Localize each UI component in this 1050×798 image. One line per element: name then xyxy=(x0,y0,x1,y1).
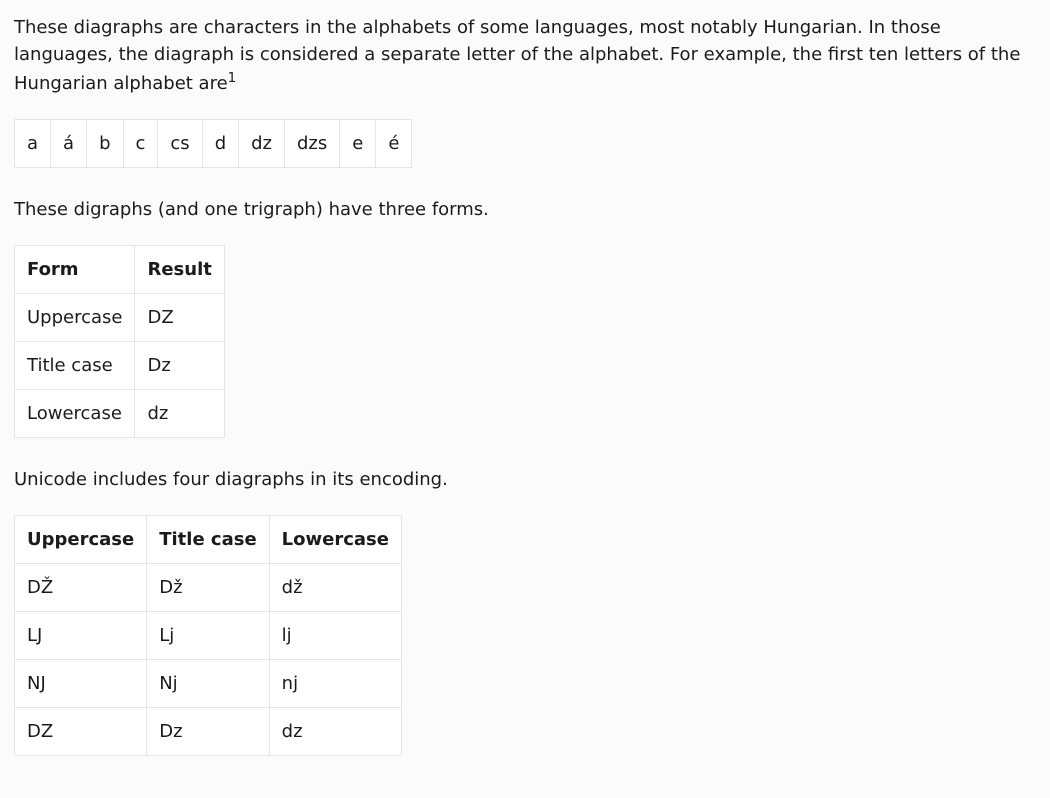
unicode-intro-paragraph: Unicode includes four diagraphs in its e… xyxy=(14,466,1036,493)
alphabet-cell: dz xyxy=(239,120,285,168)
digraphs-header-upper: Uppercase xyxy=(15,516,147,564)
alphabet-cell: a xyxy=(15,120,51,168)
form-cell: Lowercase xyxy=(15,390,135,438)
forms-header-row: Form Result xyxy=(15,246,225,294)
upper-cell: DZ xyxy=(15,708,147,756)
forms-header-form: Form xyxy=(15,246,135,294)
alphabet-table: a á b c cs d dz dzs e é xyxy=(14,119,412,168)
alphabet-cell: é xyxy=(376,120,412,168)
footnote-marker: 1 xyxy=(228,70,237,86)
upper-cell: LJ xyxy=(15,612,147,660)
title-cell: Dž xyxy=(147,564,269,612)
alphabet-cell: cs xyxy=(158,120,202,168)
forms-header-result: Result xyxy=(135,246,224,294)
digraphs-table: Uppercase Title case Lowercase DŽ Dž dž … xyxy=(14,515,402,756)
title-cell: Lj xyxy=(147,612,269,660)
alphabet-cell: á xyxy=(51,120,87,168)
forms-table: Form Result Uppercase DZ Title case Dz L… xyxy=(14,245,225,438)
table-row: DZ Dz dz xyxy=(15,708,402,756)
intro-text: These diagraphs are characters in the al… xyxy=(14,17,1020,94)
digraphs-header-lower: Lowercase xyxy=(269,516,401,564)
table-row: Uppercase DZ xyxy=(15,294,225,342)
lower-cell: lj xyxy=(269,612,401,660)
alphabet-cell: d xyxy=(202,120,238,168)
result-cell: DZ xyxy=(135,294,224,342)
forms-intro-paragraph: These digraphs (and one trigraph) have t… xyxy=(14,196,1036,223)
alphabet-cell: b xyxy=(87,120,123,168)
form-cell: Title case xyxy=(15,342,135,390)
upper-cell: NJ xyxy=(15,660,147,708)
lower-cell: nj xyxy=(269,660,401,708)
digraphs-header-row: Uppercase Title case Lowercase xyxy=(15,516,402,564)
alphabet-cell: c xyxy=(123,120,158,168)
lower-cell: dž xyxy=(269,564,401,612)
alphabet-row: a á b c cs d dz dzs e é xyxy=(15,120,412,168)
lower-cell: dz xyxy=(269,708,401,756)
alphabet-cell: dzs xyxy=(285,120,340,168)
form-cell: Uppercase xyxy=(15,294,135,342)
table-row: Lowercase dz xyxy=(15,390,225,438)
upper-cell: DŽ xyxy=(15,564,147,612)
title-cell: Nj xyxy=(147,660,269,708)
result-cell: dz xyxy=(135,390,224,438)
table-row: DŽ Dž dž xyxy=(15,564,402,612)
result-cell: Dz xyxy=(135,342,224,390)
table-row: NJ Nj nj xyxy=(15,660,402,708)
alphabet-cell: e xyxy=(340,120,376,168)
table-row: LJ Lj lj xyxy=(15,612,402,660)
table-row: Title case Dz xyxy=(15,342,225,390)
digraphs-header-title: Title case xyxy=(147,516,269,564)
intro-paragraph: These diagraphs are characters in the al… xyxy=(14,14,1036,97)
title-cell: Dz xyxy=(147,708,269,756)
